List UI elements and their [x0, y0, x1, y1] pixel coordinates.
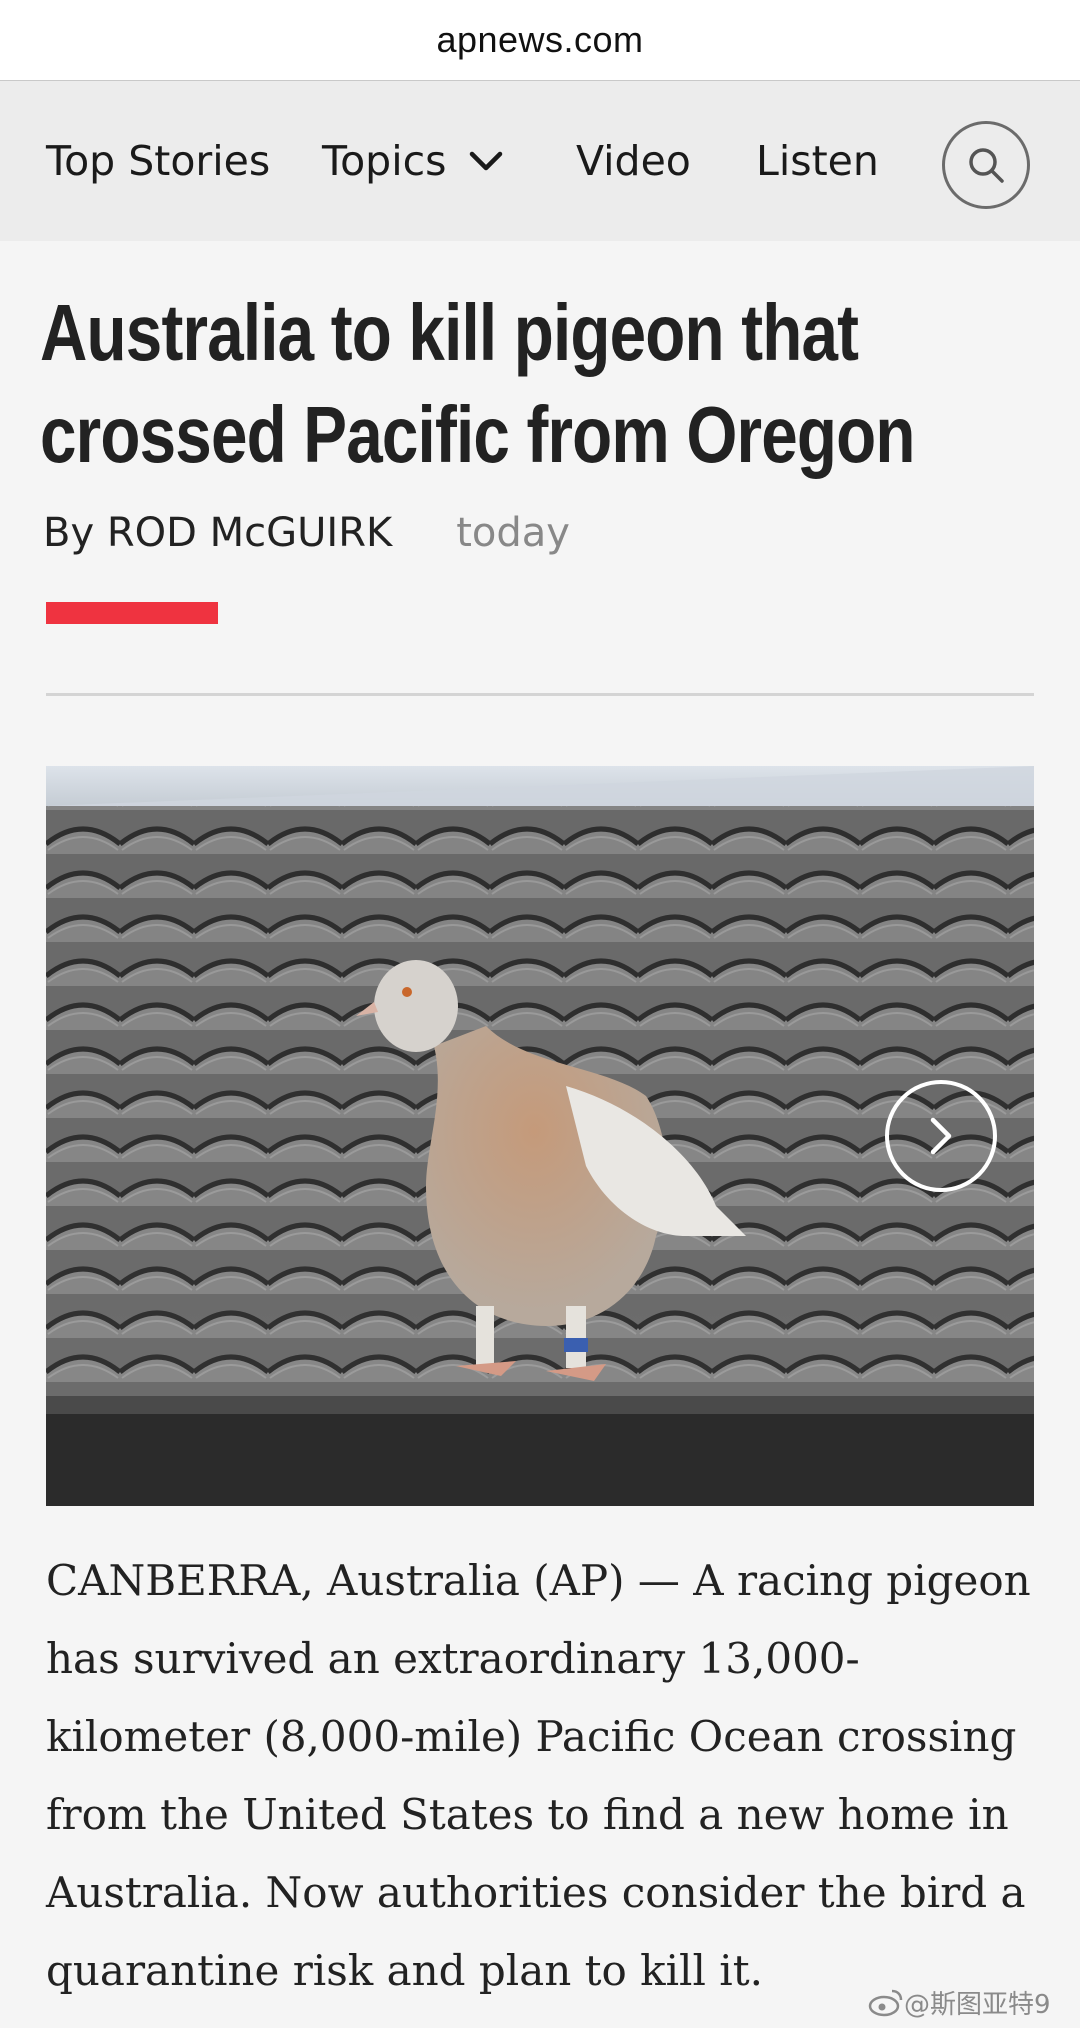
- browser-url-bar[interactable]: apnews.com: [0, 0, 1080, 81]
- watermark-text: @斯图亚特9: [904, 1989, 1051, 2020]
- nav-label: Topics: [322, 137, 447, 185]
- publish-date: today: [456, 510, 570, 556]
- nav-video[interactable]: Video: [576, 81, 691, 241]
- body-line: CANBERRA, Australia (AP) — A racing pige…: [46, 1556, 1031, 1605]
- chevron-right-icon: [930, 1117, 952, 1155]
- body-line: from the United States to find a new hom…: [46, 1790, 1009, 1839]
- nav-topics[interactable]: Topics: [322, 81, 504, 241]
- article-headline: Australia to kill pigeon that crossed Pa…: [40, 282, 915, 486]
- url-text: apnews.com: [436, 19, 644, 60]
- weibo-icon: [868, 1989, 903, 2017]
- author-name[interactable]: By ROD McGUIRK: [43, 510, 392, 556]
- search-icon: [969, 148, 1004, 183]
- headline-line: Australia to kill pigeon that: [40, 288, 859, 377]
- section-divider: [46, 693, 1034, 696]
- headline-line: crossed Pacific from Oregon: [40, 390, 915, 479]
- article-byline: By ROD McGUIRK today: [43, 505, 570, 561]
- nav-label: Listen: [756, 137, 879, 185]
- body-line: kilometer (8,000-mile) Pacific Ocean cro…: [46, 1712, 1017, 1761]
- chevron-down-icon: [470, 151, 503, 171]
- next-photo-button[interactable]: [885, 1080, 997, 1192]
- accent-bar: [46, 602, 218, 624]
- nav-listen[interactable]: Listen: [756, 81, 879, 241]
- weibo-watermark: @斯图亚特9: [868, 1982, 1051, 2022]
- nav-label: Top Stories: [46, 137, 271, 185]
- site-nav: Top Stories Topics Video Listen: [0, 81, 1080, 241]
- body-line: Australia. Now authorities consider the …: [46, 1868, 1026, 1917]
- body-line: has survived an extraordinary 13,000-: [46, 1634, 860, 1683]
- article-body: CANBERRA, Australia (AP) — A racing pige…: [46, 1542, 1046, 2010]
- search-button[interactable]: [942, 121, 1030, 209]
- nav-label: Video: [576, 137, 691, 185]
- nav-top-stories[interactable]: Top Stories: [46, 81, 270, 241]
